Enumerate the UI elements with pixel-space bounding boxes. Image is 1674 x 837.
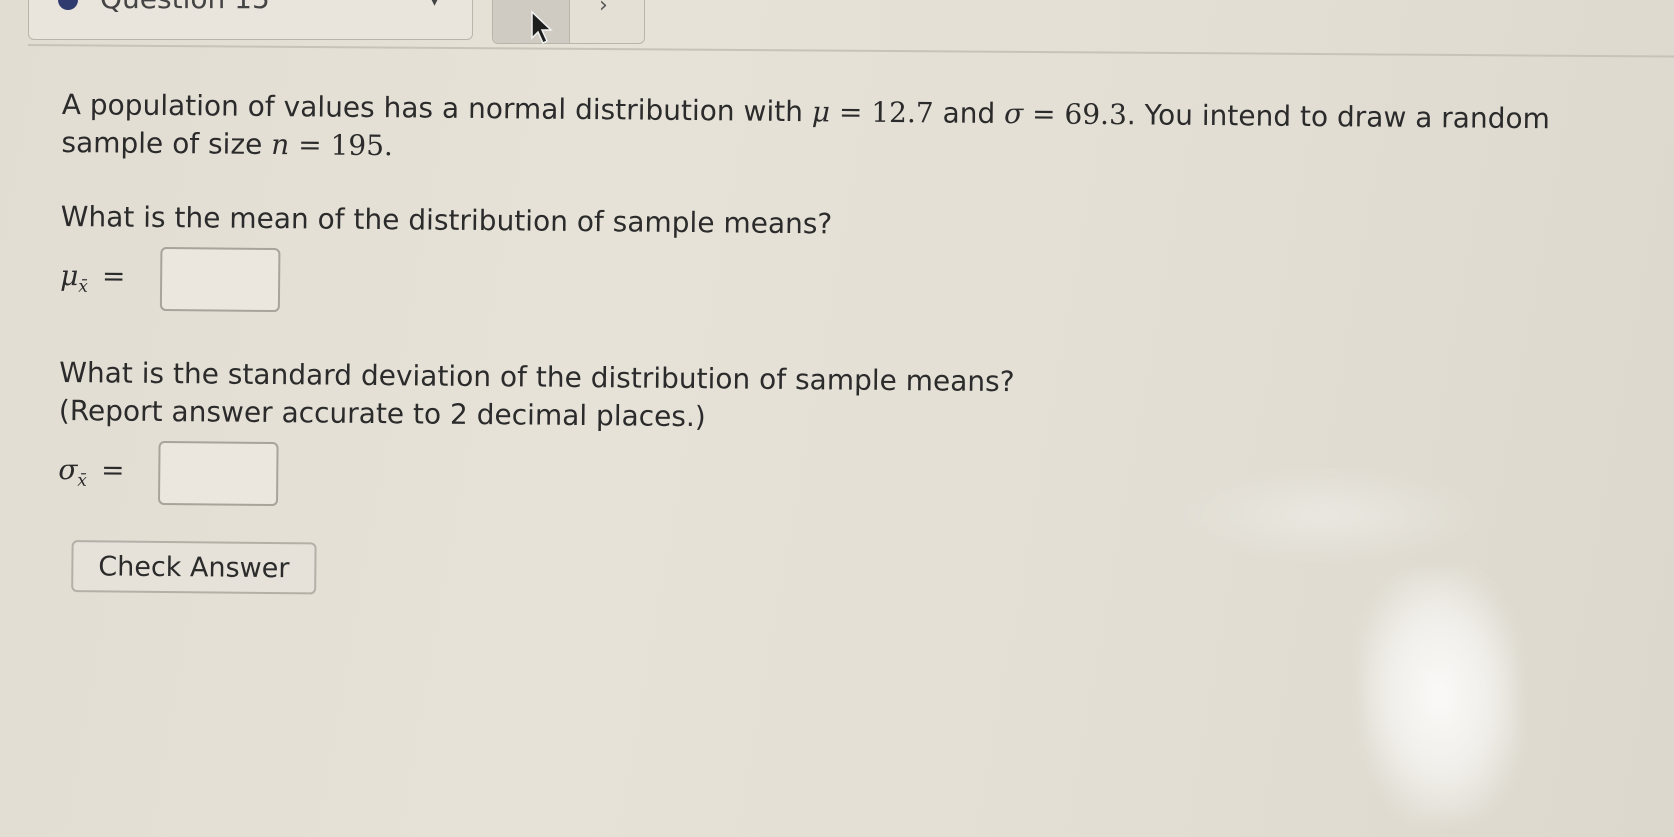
equals-sign: = (1023, 97, 1065, 131)
sigma-symbol: σ (58, 453, 78, 487)
chevron-right-icon: › (599, 0, 608, 18)
next-question-button[interactable]: › (570, 0, 644, 43)
equals-sign: = (829, 95, 872, 129)
problem-text: sample of size (61, 125, 272, 162)
problem-text: A population of values has a normal dist… (61, 87, 812, 129)
question-1-text: What is the mean of the distribution of … (60, 199, 833, 241)
mean-answer-input[interactable] (159, 246, 281, 313)
mu-symbol: μ (60, 259, 79, 293)
problem-text: . (383, 129, 394, 163)
chevron-down-icon[interactable]: ▾ (430, 0, 439, 11)
problem-text: . You intend to draw a random (1126, 98, 1551, 136)
sd-of-sample-means-label: σx̄ = (58, 453, 158, 492)
question-1-answer-row: μx̄ = (60, 244, 1621, 327)
question-title: Question 15 (100, 0, 270, 15)
mean-of-sample-means-label: μx̄ = (60, 259, 160, 298)
equals-sign: = (100, 453, 125, 487)
x-bar-subscript: x̄ (78, 276, 88, 298)
x-bar-subscript: x̄ (77, 470, 88, 492)
sigma-symbol: σ (1003, 97, 1024, 131)
mouse-cursor-icon (531, 10, 553, 45)
rounding-instruction: (Report answer accurate to 2 decimal pla… (58, 393, 706, 434)
equals-sign: = (289, 128, 331, 162)
question-2-text: What is the standard deviation of the di… (59, 354, 1620, 445)
check-answer-button[interactable]: Check Answer (71, 540, 317, 595)
n-symbol: n (271, 128, 290, 162)
question-content: A population of values has a normal dist… (57, 86, 1622, 607)
question-2-answer-row: σx̄ = (58, 438, 1619, 521)
question-nav-arrows: › (492, 0, 645, 44)
mu-symbol: μ (811, 95, 831, 129)
problem-text: and (933, 96, 1005, 131)
equals-sign: = (101, 259, 126, 293)
mu-value: 12.7 (871, 95, 934, 130)
problem-statement: A population of values has a normal dist… (61, 86, 1622, 177)
sd-answer-input[interactable] (157, 440, 279, 507)
sample-size-value: 195 (330, 128, 385, 163)
header-divider (27, 44, 1674, 58)
sigma-value: 69.3 (1064, 97, 1128, 132)
question-2-prompt: What is the standard deviation of the di… (59, 355, 1015, 399)
